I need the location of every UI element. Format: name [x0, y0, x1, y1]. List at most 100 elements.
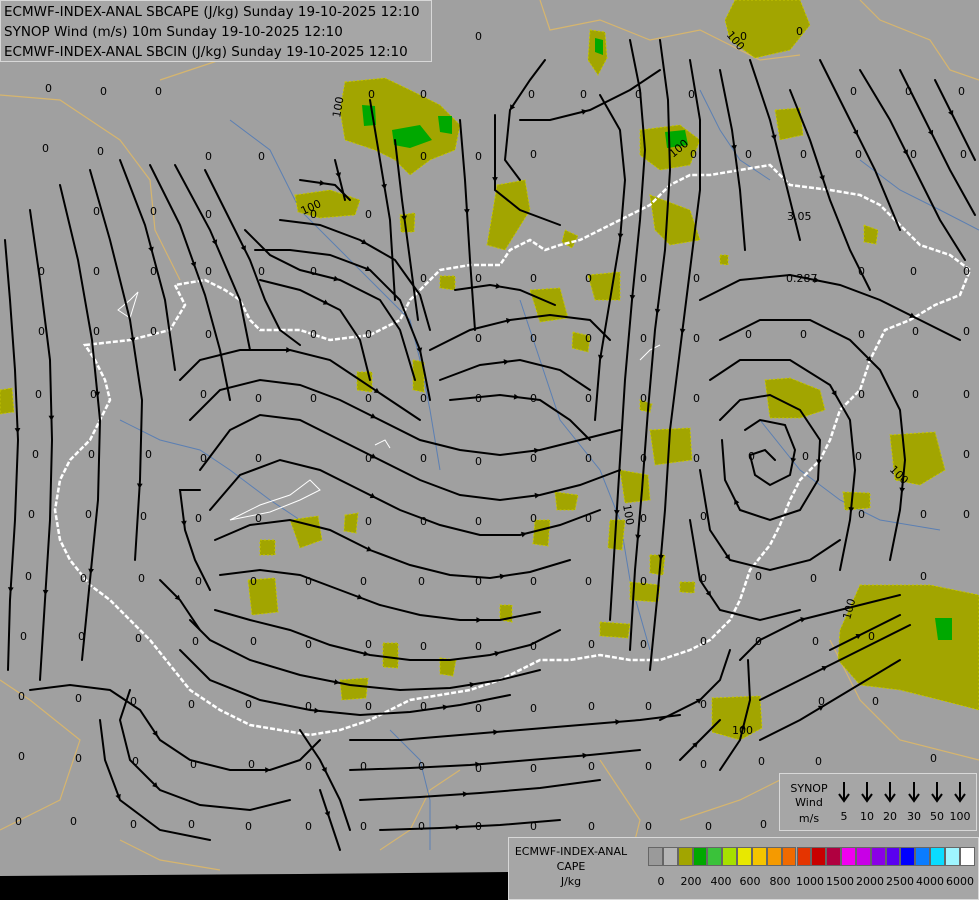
cape-tick-label: 2000 [856, 875, 884, 888]
cin-zero-label: 0 [365, 328, 372, 341]
cin-zero-label: 0 [360, 820, 367, 833]
cape-swatch [826, 847, 842, 866]
cin-zero-label: 0 [475, 332, 482, 345]
cin-zero-label: 0 [420, 392, 427, 405]
cin-zero-label: 0 [740, 30, 747, 43]
cin-zero-label: 0 [810, 572, 817, 585]
cin-zero-label: 0 [418, 760, 425, 773]
cin-zero-label: 0 [760, 818, 767, 831]
cin-zero-label: 0 [135, 632, 142, 645]
synop-speed-label: 5 [840, 810, 848, 823]
cin-zero-label: 0 [100, 85, 107, 98]
cin-zero-label: 0 [38, 265, 45, 278]
cin-zero-label: 0 [420, 700, 427, 713]
cape-swatch [870, 847, 886, 866]
cin-zero-label: 0 [530, 640, 537, 653]
cin-zero-label: 0 [588, 700, 595, 713]
cape-swatch [737, 847, 752, 866]
cin-zero-label: 0 [930, 752, 937, 765]
cin-zero-label: 0 [963, 265, 970, 278]
cin-zero-label: 0 [420, 452, 427, 465]
cin-zero-label: 0 [93, 325, 100, 338]
cin-zero-label: 0 [700, 510, 707, 523]
cin-zero-label: 0 [745, 328, 752, 341]
cin-zero-label: 0 [205, 328, 212, 341]
synop-speed-label: 20 [883, 810, 897, 823]
cin-zero-label: 0 [188, 818, 195, 831]
cin-zero-label: 0 [155, 85, 162, 98]
cape-tick-label: 1500 [826, 875, 854, 888]
cin-zero-label: 0 [796, 25, 803, 38]
cin-zero-label: 0 [305, 575, 312, 588]
cape-swatch [692, 847, 708, 866]
cape-color-legend: ECMWF-INDEX-ANAL CAPE J/kg 0 200 400 600 800… [508, 837, 979, 900]
synop-speed-label: 30 [907, 810, 921, 823]
cin-zero-label: 0 [640, 638, 647, 651]
cin-zero-label: 0 [42, 142, 49, 155]
cin-zero-label: 0 [700, 758, 707, 771]
cin-zero-label: 0 [963, 508, 970, 521]
cin-zero-label: 0 [420, 150, 427, 163]
cin-zero-label: 0 [920, 508, 927, 521]
cin-zero-label: 0 [585, 575, 592, 588]
cin-zero-label: 0 [130, 695, 137, 708]
cin-zero-label: 0 [15, 815, 22, 828]
cin-zero-label: 0 [360, 575, 367, 588]
synop-wind-legend: SYNOP Wind m/s 5 10 20 30 50 100 [779, 773, 977, 831]
cin-zero-label: 0 [645, 700, 652, 713]
cape-tick-label: 0 [657, 875, 665, 888]
cin-zero-label: 0 [690, 148, 697, 161]
cape-tick-label: 4000 [916, 875, 944, 888]
cape-legend-unit: J/kg [560, 875, 582, 888]
cape-tick-label: 600 [739, 875, 761, 888]
cin-zero-label: 0 [28, 508, 35, 521]
cin-zero-label: 0 [245, 820, 252, 833]
cin-title: ECMWF-INDEX-ANAL SBCIN (J/kg) Sunday 19-… [4, 44, 408, 60]
cin-zero-label: 0 [920, 570, 927, 583]
cin-zero-label: 0 [75, 692, 82, 705]
cape-swatch [677, 847, 693, 866]
cape-tick-label: 1000 [796, 875, 824, 888]
cape-swatch [915, 847, 931, 866]
cin-zero-label: 0 [802, 450, 809, 463]
cin-zero-label: 0 [528, 88, 535, 101]
cin-zero-label: 0 [858, 508, 865, 521]
cin-zero-label: 0 [205, 265, 212, 278]
cin-zero-label: 0 [365, 638, 372, 651]
synop-legend-unit: m/s [798, 812, 820, 825]
cin-zero-label: 0 [475, 640, 482, 653]
cin-zero-label: 0 [588, 760, 595, 773]
cin-zero-label: 0 [530, 762, 537, 775]
synop-legend-title: SYNOP [790, 782, 828, 795]
cape-swatch [945, 847, 960, 866]
synop-legend-subtitle: Wind [795, 796, 823, 809]
cin-zero-label: 0 [645, 760, 652, 773]
map-title-box: ECMWF-INDEX-ANAL SBCAPE (J/kg) Sunday 19… [0, 0, 432, 62]
cape-tick-label: 2500 [886, 875, 914, 888]
cin-zero-label: 0 [693, 392, 700, 405]
cin-zero-label: 0 [640, 452, 647, 465]
cin-zero-label: 0 [530, 272, 537, 285]
cape-swatch [707, 847, 723, 866]
cin-zero-label: 0 [32, 448, 39, 461]
cin-zero-label: 0 [530, 148, 537, 161]
cin-zero-label: 0 [530, 512, 537, 525]
cape-tick-label: 6000 [946, 875, 974, 888]
cin-zero-label: 0 [368, 88, 375, 101]
cin-zero-label: 0 [138, 572, 145, 585]
cin-zero-label: 0 [858, 328, 865, 341]
cin-zero-label: 0 [693, 272, 700, 285]
cin-zero-label: 0 [365, 700, 372, 713]
cin-zero-label: 0 [45, 82, 52, 95]
weather-map: 3.05 0.287 100 100 100 100 100 100 100 1… [0, 0, 979, 900]
cin-zero-label: 0 [310, 265, 317, 278]
cin-zero-label: 0 [305, 820, 312, 833]
cin-zero-label: 0 [693, 452, 700, 465]
cin-zero-label: 0 [758, 755, 765, 768]
cin-zero-label: 0 [150, 205, 157, 218]
cin-zero-label: 0 [585, 512, 592, 525]
cin-zero-label: 0 [640, 512, 647, 525]
cin-zero-label: 0 [93, 265, 100, 278]
cin-zero-label: 0 [530, 820, 537, 833]
cin-zero-label: 0 [693, 332, 700, 345]
